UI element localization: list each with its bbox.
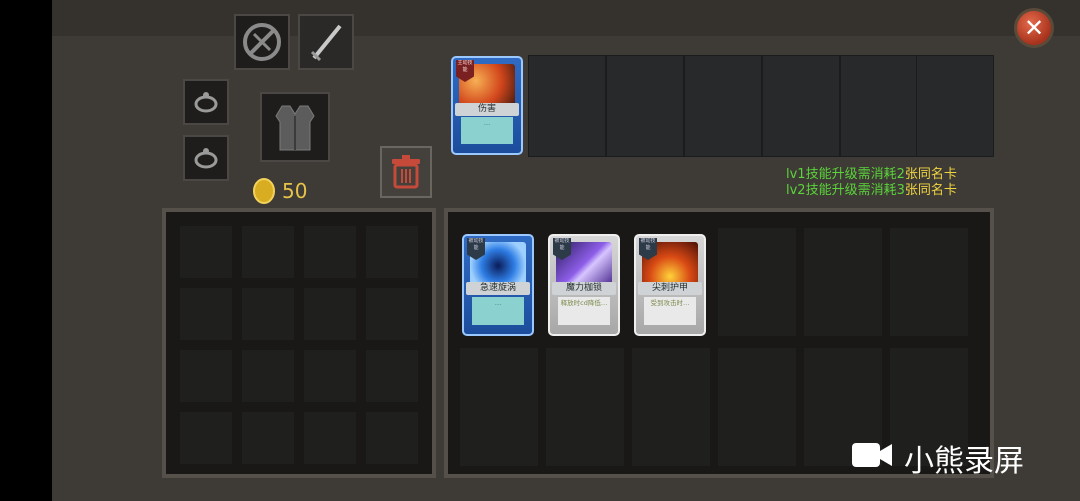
bag-cell[interactable]: [304, 226, 356, 278]
ring-icon: [194, 148, 218, 169]
equipped-skill-card[interactable]: 主动技能 伤害 …: [451, 56, 523, 155]
armor-vest-icon: [275, 105, 315, 151]
weapon-disabled-slot[interactable]: [234, 14, 290, 70]
crossed-weapon-icon: [243, 23, 281, 61]
bag-cell[interactable]: [242, 226, 294, 278]
equipment-bag-panel: [162, 208, 436, 478]
trash-icon: [392, 155, 420, 189]
bag-cell[interactable]: [180, 412, 232, 464]
hint-lv2-num: 3: [896, 183, 905, 198]
bag-cell[interactable]: [180, 288, 232, 340]
inventory-cell[interactable]: [718, 228, 796, 336]
inventory-cell[interactable]: [546, 348, 624, 466]
gold-amount: 50: [282, 179, 308, 203]
delete-button[interactable]: [380, 146, 432, 198]
hint-lv2: lv2技能升级需消耗3张同名卡: [786, 179, 957, 198]
hint-lv2-prefix: lv2技能升级需消耗: [786, 183, 897, 198]
skill-card-spike-armor[interactable]: 被动技能 尖刺护甲 受到攻击时…: [634, 234, 706, 336]
skill-desc: …: [461, 116, 513, 144]
skill-card-mana-chains[interactable]: 被动技能 魔力枷锁 释放时cd降低…: [548, 234, 620, 336]
bag-cell[interactable]: [180, 226, 232, 278]
skill-name: 伤害: [455, 102, 519, 116]
bag-cell[interactable]: [242, 350, 294, 402]
card-desc: …: [472, 296, 524, 325]
game-screen: ✕ 50 主动技能 伤害 … lv1技能升级需消耗2张同名卡 lv2技能升级需消…: [52, 0, 1080, 501]
bag-cell[interactable]: [304, 350, 356, 402]
card-desc: 释放时cd降低…: [558, 296, 610, 325]
ring-icon: [194, 92, 218, 113]
skill-slot-7[interactable]: [916, 55, 994, 157]
sword-icon: [310, 24, 342, 62]
inventory-cell[interactable]: [460, 348, 538, 466]
skill-slot-5[interactable]: [762, 55, 840, 157]
skill-slot-2[interactable]: [528, 55, 606, 157]
close-button[interactable]: ✕: [1014, 8, 1054, 48]
inventory-cell[interactable]: [632, 348, 710, 466]
bag-cell[interactable]: [366, 412, 418, 464]
armor-slot[interactable]: [260, 92, 330, 162]
top-band: [52, 0, 1080, 36]
ring-slot-2[interactable]: [183, 135, 229, 181]
bag-cell[interactable]: [304, 412, 356, 464]
bag-cell[interactable]: [366, 350, 418, 402]
bag-cell[interactable]: [304, 288, 356, 340]
bag-cell[interactable]: [366, 288, 418, 340]
bag-cell[interactable]: [366, 226, 418, 278]
card-desc: 受到攻击时…: [644, 296, 696, 325]
sword-slot[interactable]: [298, 14, 354, 70]
card-name: 急速旋涡: [466, 282, 530, 296]
skill-slot-3[interactable]: [606, 55, 684, 157]
recorder-watermark: 小熊录屏: [904, 444, 1024, 479]
bag-cell[interactable]: [242, 412, 294, 464]
inventory-cell[interactable]: [890, 228, 968, 336]
skill-slot-6[interactable]: [840, 55, 918, 157]
skill-card-vortex[interactable]: 被动技能 急速旋涡 …: [462, 234, 534, 336]
close-icon: ✕: [1023, 14, 1045, 42]
ring-slot-1[interactable]: [183, 79, 229, 125]
gold-coin-icon: [253, 178, 275, 204]
video-camera-icon: [852, 443, 892, 467]
bag-cell[interactable]: [180, 350, 232, 402]
bag-cell[interactable]: [242, 288, 294, 340]
inventory-cell[interactable]: [718, 348, 796, 466]
hint-lv2-suffix: 张同名卡: [904, 183, 957, 198]
card-name: 尖刺护甲: [638, 282, 702, 296]
card-name: 魔力枷锁: [552, 282, 616, 296]
inventory-cell[interactable]: [804, 228, 882, 336]
skill-slot-4[interactable]: [684, 55, 762, 157]
